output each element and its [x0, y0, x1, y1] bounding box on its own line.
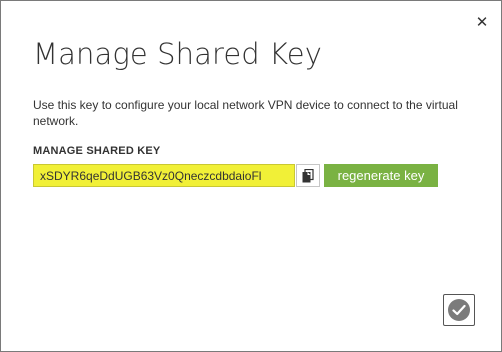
confirm-button[interactable] [443, 294, 475, 326]
dialog-title: Manage Shared Key [33, 37, 322, 71]
dialog-description: Use this key to configure your local net… [33, 98, 458, 128]
regenerate-key-button[interactable]: regenerate key [324, 164, 438, 187]
close-icon[interactable]: ✕ [476, 13, 489, 31]
shared-key-label: MANAGE SHARED KEY [33, 145, 161, 157]
checkmark-icon [452, 304, 466, 316]
copy-icon[interactable] [302, 168, 314, 183]
confirm-circle [448, 299, 470, 321]
manage-shared-key-dialog: ✕ Manage Shared Key Use this key to conf… [0, 0, 502, 352]
copy-key-button[interactable] [296, 164, 320, 187]
close-button[interactable]: ✕ [473, 13, 491, 31]
shared-key-field[interactable] [33, 164, 295, 187]
